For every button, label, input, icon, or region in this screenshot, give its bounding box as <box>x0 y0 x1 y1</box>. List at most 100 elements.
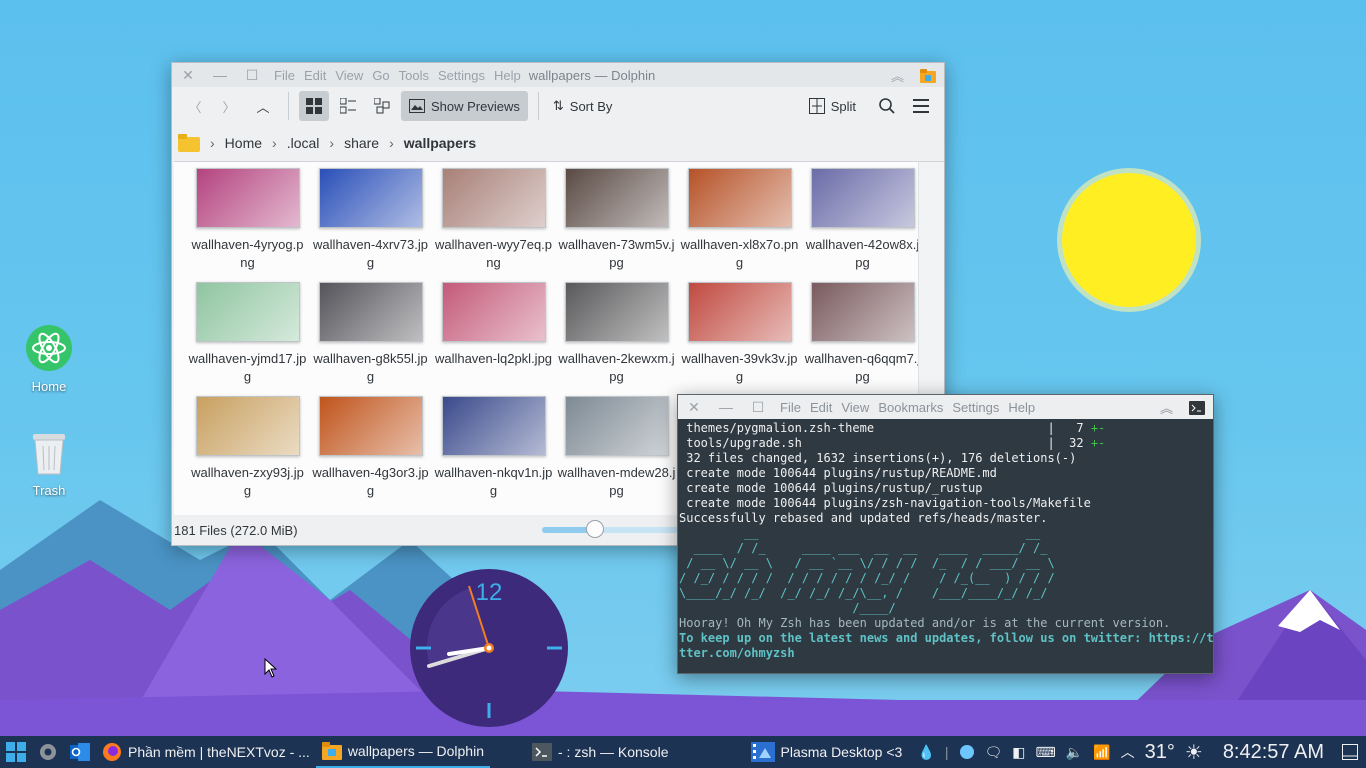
icons-view-icon[interactable] <box>299 91 329 121</box>
terminal-line: ____ / /_ ____ ___ __ __ ____ _____/ /_ <box>679 541 1212 556</box>
minimize-icon[interactable]: — <box>204 67 236 83</box>
close-icon[interactable]: ✕ <box>172 67 204 84</box>
back-icon[interactable]: 〈 <box>180 91 210 121</box>
network-icon[interactable]: 📶 <box>1093 744 1110 761</box>
file-name: wallhaven-xl8x7o.png <box>680 237 799 270</box>
zoom-slider[interactable] <box>542 527 692 533</box>
file-name: wallhaven-mdew28.jpg <box>557 465 676 498</box>
breadcrumb-share[interactable]: share <box>344 135 379 151</box>
outlook-launcher[interactable] <box>64 736 96 768</box>
maximize-icon[interactable]: ☐ <box>742 399 774 416</box>
hamburger-menu-icon[interactable] <box>906 91 936 121</box>
task-dolphin[interactable]: wallpapers — Dolphin <box>315 736 490 768</box>
desktop-icon-trash[interactable]: Trash <box>9 430 89 498</box>
file-thumbnail <box>195 282 300 342</box>
maximize-icon[interactable]: ☐ <box>236 67 268 84</box>
clipboard-icon[interactable]: ◧ <box>1012 744 1025 761</box>
details-view-icon[interactable] <box>367 91 397 121</box>
analog-clock-widget: 12 <box>410 569 568 727</box>
keyboard-icon[interactable]: ⌨ <box>1036 744 1056 761</box>
file-item[interactable]: wallhaven-39vk3v.jpg <box>678 282 801 396</box>
droplet-icon[interactable]: 💧 <box>917 744 934 761</box>
terminal-line: To keep up on the latest news and update… <box>679 631 1213 646</box>
terminal-line: tools/upgrade.sh | 32 +- <box>679 436 1212 451</box>
menu-tools[interactable]: Tools <box>399 68 429 83</box>
keep-above-icon[interactable]: ︽ <box>1160 398 1173 417</box>
window-title: wallpapers — Dolphin <box>528 67 656 83</box>
menu-edit[interactable]: Edit <box>810 400 832 415</box>
file-item[interactable]: wallhaven-4yryog.png <box>186 168 309 282</box>
file-item[interactable]: wallhaven-g8k55l.jpg <box>309 282 432 396</box>
file-item[interactable]: wallhaven-42ow8x.jpg <box>801 168 924 282</box>
forward-icon[interactable]: 〉 <box>214 91 244 121</box>
tray-divider: | <box>944 744 949 760</box>
file-item[interactable]: wallhaven-4g3or3.jpg <box>309 396 432 510</box>
file-item[interactable]: wallhaven-2kewxm.jpg <box>555 282 678 396</box>
sort-by-button[interactable]: ⇅ Sort By <box>549 91 617 121</box>
show-previews-button[interactable]: Show Previews <box>401 91 528 121</box>
file-item[interactable]: wallhaven-xl8x7o.png <box>678 168 801 282</box>
settings-launcher[interactable] <box>32 736 64 768</box>
trash-icon <box>33 434 65 475</box>
menu-help[interactable]: Help <box>1008 400 1035 415</box>
menu-edit[interactable]: Edit <box>304 68 326 83</box>
file-item[interactable]: wallhaven-yjmd17.jpg <box>186 282 309 396</box>
status-circle-icon[interactable] <box>959 744 975 760</box>
gear-icon <box>40 744 56 760</box>
file-item[interactable]: wallhaven-q6qqm7.jpg <box>801 282 924 396</box>
menu-bookmarks[interactable]: Bookmarks <box>878 400 943 415</box>
menu-file[interactable]: File <box>780 400 801 415</box>
chevron-right-icon: › <box>272 135 277 151</box>
menu-view[interactable]: View <box>335 68 363 83</box>
desktop-icon-home[interactable]: Home <box>9 324 89 394</box>
split-button[interactable]: Split <box>805 91 860 121</box>
menu-go[interactable]: Go <box>372 68 389 83</box>
terminal-output[interactable]: themes/pygmalion.zsh-theme | 7 +- tools/… <box>678 419 1213 663</box>
file-item[interactable]: wallhaven-mdew28.jpg <box>555 396 678 510</box>
start-menu-button[interactable] <box>0 736 32 768</box>
task-firefox[interactable]: Phần mềm | theNEXTvoz - ... <box>96 736 316 768</box>
menu-settings[interactable]: Settings <box>438 68 485 83</box>
menu-settings[interactable]: Settings <box>952 400 999 415</box>
file-thumbnail <box>195 396 300 456</box>
terminal-line-text: 32 files changed, 1632 insertions(+), 17… <box>679 451 1077 465</box>
file-name: wallhaven-2kewxm.jpg <box>558 351 675 384</box>
file-item[interactable]: wallhaven-nkqv1n.jpg <box>432 396 555 510</box>
zoom-slider-handle[interactable] <box>585 520 604 538</box>
volume-icon[interactable]: 🔈 <box>1066 744 1083 761</box>
minimize-icon[interactable]: — <box>710 399 742 415</box>
file-item[interactable]: wallhaven-wyy7eq.png <box>432 168 555 282</box>
terminal-line: 32 files changed, 1632 insertions(+), 17… <box>679 451 1212 466</box>
compact-view-icon[interactable] <box>333 91 363 121</box>
sort-by-label: Sort By <box>569 98 613 114</box>
notes-icon[interactable]: 🗨 <box>985 744 1003 761</box>
menu-file[interactable]: File <box>274 68 295 83</box>
file-item[interactable]: wallhaven-73wm5v.jpg <box>555 168 678 282</box>
file-item[interactable]: wallhaven-lq2pkl.jpg <box>432 282 555 396</box>
task-konsole[interactable]: - : zsh — Konsole <box>526 736 675 768</box>
task-plasma-desktop[interactable]: Plasma Desktop <3 <box>745 736 909 768</box>
home-folder-icon[interactable] <box>178 134 200 152</box>
menu-view[interactable]: View <box>841 400 869 415</box>
breadcrumb-wallpapers[interactable]: wallpapers <box>404 135 476 151</box>
terminal-line: create mode 100644 plugins/rustup/_rustu… <box>679 481 1212 496</box>
clock-twelve: 12 <box>476 579 503 606</box>
clock-time[interactable]: 8:42:57 AM <box>1223 741 1324 764</box>
terminal-line-text: Successfully rebased and updated refs/he… <box>679 511 1048 525</box>
breadcrumb-home[interactable]: Home <box>225 135 262 151</box>
keep-above-icon[interactable]: ︽ <box>891 66 904 85</box>
close-icon[interactable]: ✕ <box>678 399 710 416</box>
diffstat-marker: +- <box>1090 436 1106 450</box>
show-desktop-icon[interactable] <box>1342 744 1358 760</box>
file-item[interactable]: wallhaven-zxy93j.jpg <box>186 396 309 510</box>
file-name: wallhaven-4yryog.png <box>191 237 304 270</box>
chevron-up-icon[interactable]: ︿ <box>1121 742 1135 762</box>
search-icon[interactable] <box>872 91 902 121</box>
weather-temperature[interactable]: 31° <box>1145 741 1175 764</box>
menu-help[interactable]: Help <box>494 68 521 83</box>
up-icon[interactable]: ︿ <box>248 91 278 121</box>
desktop-icon-label: Home <box>31 379 67 394</box>
file-item[interactable]: wallhaven-4xrv73.jpg <box>309 168 432 282</box>
weather-sun-icon[interactable]: ☀ <box>1185 740 1203 765</box>
breadcrumb-local[interactable]: .local <box>287 135 320 151</box>
